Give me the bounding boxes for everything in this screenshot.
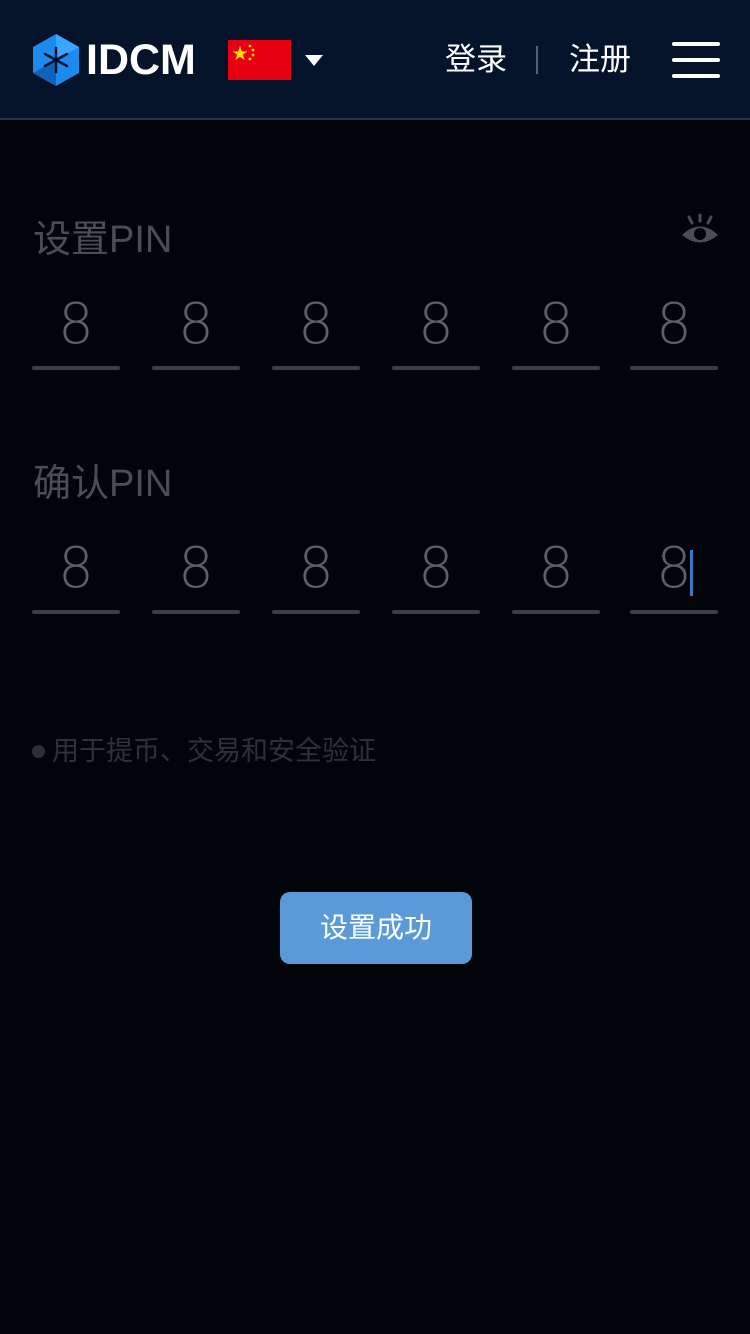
pin-digit: 8 xyxy=(178,292,214,357)
confirm-pin-label: 确认PIN xyxy=(33,463,173,505)
pin-digit: 8 xyxy=(538,292,574,357)
eye-icon[interactable] xyxy=(680,212,720,252)
pin-digit: 8 xyxy=(298,536,334,601)
idcm-logo-icon xyxy=(33,34,79,86)
pin-digit: 8 xyxy=(178,536,214,601)
pin-digit: 8 xyxy=(538,536,574,601)
confirm-pin-row: 8 8 8 8 8 8 xyxy=(0,534,750,614)
pin-digit: 8 xyxy=(58,292,94,357)
pin-underline xyxy=(512,610,600,614)
confirm-pin-digit-4[interactable]: 8 xyxy=(392,534,480,614)
header-divider xyxy=(536,46,538,74)
set-pin-digit-5[interactable]: 8 xyxy=(512,290,600,370)
confirm-pin-digit-1[interactable]: 8 xyxy=(32,534,120,614)
set-pin-digit-6[interactable]: 8 xyxy=(630,290,718,370)
pin-underline xyxy=(32,366,120,370)
bullet-icon xyxy=(32,745,45,758)
pin-underline xyxy=(392,366,480,370)
set-success-button[interactable]: 设置成功 xyxy=(280,892,472,964)
text-cursor xyxy=(690,550,693,596)
confirm-pin-digit-2[interactable]: 8 xyxy=(152,534,240,614)
confirm-pin-digit-3[interactable]: 8 xyxy=(272,534,360,614)
pin-underline xyxy=(392,610,480,614)
confirm-pin-digit-6[interactable]: 8 xyxy=(630,534,718,614)
pin-underline xyxy=(272,366,360,370)
top-header: IDCM 登录 注册 xyxy=(0,0,750,120)
pin-usage-note: 用于提币、交易和安全验证 xyxy=(52,736,376,767)
pin-underline xyxy=(512,366,600,370)
register-link[interactable]: 注册 xyxy=(564,36,636,84)
pin-digit: 8 xyxy=(298,292,334,357)
confirm-pin-digit-5[interactable]: 8 xyxy=(512,534,600,614)
set-pin-digit-2[interactable]: 8 xyxy=(152,290,240,370)
china-flag-icon[interactable] xyxy=(228,40,291,80)
chevron-down-icon[interactable] xyxy=(305,55,323,67)
set-pin-digit-4[interactable]: 8 xyxy=(392,290,480,370)
brand-name: IDCM xyxy=(86,36,196,84)
set-pin-digit-1[interactable]: 8 xyxy=(32,290,120,370)
pin-digit: 8 xyxy=(656,292,692,357)
set-pin-digit-3[interactable]: 8 xyxy=(272,290,360,370)
pin-underline xyxy=(272,610,360,614)
pin-underline xyxy=(630,610,718,614)
pin-underline xyxy=(32,610,120,614)
pin-digit: 8 xyxy=(418,536,454,601)
pin-digit: 8 xyxy=(58,536,94,601)
pin-underline xyxy=(630,366,718,370)
pin-underline xyxy=(152,366,240,370)
pin-digit: 8 xyxy=(656,536,692,601)
login-link[interactable]: 登录 xyxy=(440,36,512,84)
hamburger-menu-icon[interactable] xyxy=(672,42,720,78)
set-pin-row: 8 8 8 8 8 8 xyxy=(0,290,750,370)
pin-underline xyxy=(152,610,240,614)
pin-digit: 8 xyxy=(418,292,454,357)
set-pin-label: 设置PIN xyxy=(33,219,173,261)
